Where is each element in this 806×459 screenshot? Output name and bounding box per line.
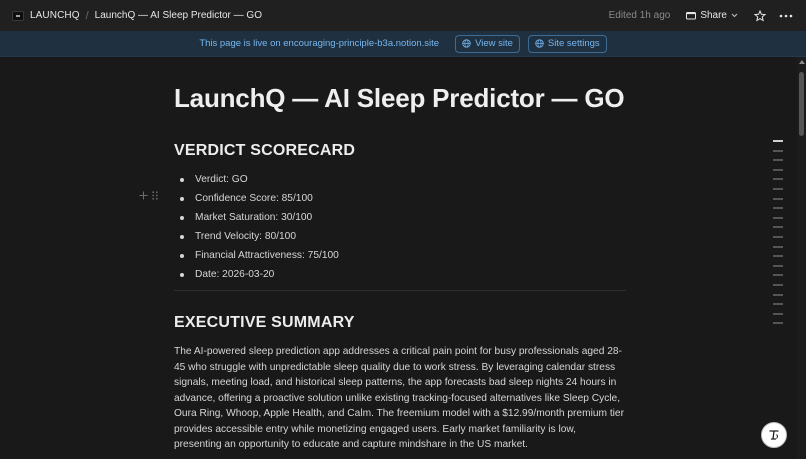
more-options-button[interactable] [776, 6, 796, 26]
toc-item[interactable] [773, 283, 783, 286]
table-of-contents[interactable] [773, 140, 785, 332]
list-item[interactable]: Date: 2026-03-20 [174, 265, 339, 284]
scorecard-list: Verdict: GO Confidence Score: 85/100 Mar… [174, 170, 339, 284]
scroll-up-arrow-icon[interactable] [799, 60, 805, 64]
toc-item[interactable] [773, 187, 783, 190]
drag-handle-icon[interactable] [152, 191, 158, 200]
toc-item[interactable] [773, 274, 783, 277]
toc-item[interactable] [773, 140, 783, 142]
list-item[interactable]: Confidence Score: 85/100 [174, 189, 339, 208]
globe-icon [462, 39, 471, 48]
toc-item[interactable] [773, 159, 783, 162]
topbar-actions: Edited 1h ago Share [609, 6, 796, 26]
plus-icon[interactable] [139, 191, 148, 200]
toc-item[interactable] [773, 235, 783, 238]
more-horizontal-icon [779, 14, 793, 17]
toc-item[interactable] [773, 255, 783, 258]
edited-timestamp[interactable]: Edited 1h ago [609, 10, 671, 21]
summary-paragraph[interactable]: The AI-powered sleep prediction app addr… [174, 344, 626, 453]
toc-item[interactable] [773, 197, 783, 200]
globe-icon [535, 39, 544, 48]
live-site-text: This page is live on encouraging-princip… [199, 38, 440, 49]
live-site-banner: This page is live on encouraging-princip… [0, 31, 806, 57]
view-site-button[interactable]: View site [455, 34, 520, 53]
site-settings-label: Site settings [547, 38, 600, 49]
scorecard-heading[interactable]: VERDICT SCORECARD [174, 142, 355, 160]
view-site-label: View site [475, 38, 513, 49]
share-icon [686, 12, 697, 20]
summary-heading[interactable]: EXECUTIVE SUMMARY [174, 314, 355, 332]
list-item[interactable]: Financial Attractiveness: 75/100 [174, 246, 339, 265]
toc-item[interactable] [773, 303, 783, 306]
help-icon [769, 430, 779, 440]
star-icon [754, 9, 766, 22]
workspace-logo-icon[interactable] [12, 10, 24, 21]
share-button[interactable]: Share [680, 7, 744, 25]
breadcrumb-page[interactable]: LaunchQ — AI Sleep Predictor — GO [95, 10, 262, 21]
favorite-button[interactable] [750, 6, 770, 26]
page-title[interactable]: LaunchQ — AI Sleep Predictor — GO [174, 83, 625, 114]
share-label: Share [700, 10, 727, 21]
list-item[interactable]: Verdict: GO [174, 170, 339, 189]
chevron-down-icon [731, 13, 738, 18]
site-settings-button[interactable]: Site settings [527, 34, 607, 53]
workspace-name[interactable]: LAUNCHQ [30, 10, 80, 21]
toc-item[interactable] [773, 226, 783, 229]
list-item[interactable]: Market Saturation: 30/100 [174, 208, 339, 227]
scrollbar-thumb[interactable] [799, 72, 804, 136]
toc-item[interactable] [773, 168, 783, 171]
toc-item[interactable] [773, 245, 783, 248]
toc-item[interactable] [773, 264, 783, 267]
toc-item[interactable] [773, 149, 783, 152]
toc-item[interactable] [773, 322, 783, 325]
breadcrumb-separator: / [85, 9, 89, 22]
block-handle[interactable] [139, 191, 158, 200]
toc-item[interactable] [773, 216, 783, 219]
list-item[interactable]: Trend Velocity: 80/100 [174, 227, 339, 246]
toc-item[interactable] [773, 207, 783, 210]
help-button[interactable] [761, 422, 787, 448]
top-bar: LAUNCHQ / LaunchQ — AI Sleep Predictor —… [0, 0, 806, 31]
divider [174, 290, 626, 291]
toc-item[interactable] [773, 293, 783, 296]
toc-item[interactable] [773, 312, 783, 315]
toc-item[interactable] [773, 178, 783, 181]
